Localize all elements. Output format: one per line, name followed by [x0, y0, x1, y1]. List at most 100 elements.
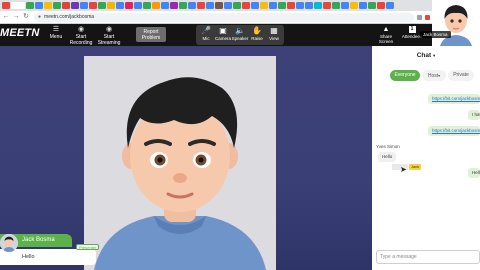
- user-avatar-image: [432, 0, 480, 46]
- chat-panel: Chat ▾ Everyone Host▾ Private https://bi…: [372, 46, 480, 270]
- browser-tab[interactable]: [2, 2, 10, 9]
- browser-tab[interactable]: [116, 2, 124, 9]
- browser-tab[interactable]: [152, 2, 160, 9]
- browser-tab[interactable]: [89, 2, 97, 9]
- browser-tab[interactable]: [53, 2, 61, 9]
- browser-tab[interactable]: [188, 2, 196, 9]
- lock-icon: ●: [38, 14, 42, 20]
- browser-tab[interactable]: [287, 2, 295, 9]
- browser-tab[interactable]: [368, 2, 376, 9]
- browser-tab[interactable]: [323, 2, 331, 9]
- browser-tab[interactable]: [197, 2, 205, 9]
- share-screen-button[interactable]: ▲ Share Screen: [376, 26, 396, 44]
- record-icon: ◉: [77, 26, 85, 33]
- browser-address-bar: ← → ↻ ● meetn.com/jackbosma: [0, 11, 480, 24]
- chat-sender-name: Yves Simon: [376, 144, 400, 149]
- media-controls: 🎤 Mic ▣ Camera 🔈 Speaker ✋ Raise ▦ View: [196, 25, 284, 45]
- mouse-cursor-icon: ➤: [400, 165, 407, 174]
- browser-tab[interactable]: [386, 2, 394, 9]
- name-highlight: Jack: [409, 164, 422, 170]
- browser-tab[interactable]: [206, 2, 214, 9]
- url-text: meetn.com/jackbosma: [44, 14, 95, 20]
- chat-message: Hello: [468, 168, 480, 178]
- browser-tab[interactable]: [341, 2, 349, 9]
- forward-icon[interactable]: →: [12, 13, 20, 21]
- chat-title[interactable]: Chat ▾: [372, 52, 480, 59]
- start-recording-button[interactable]: ◉ Start Recording: [68, 26, 94, 46]
- browser-tab[interactable]: [35, 2, 43, 9]
- browser-tab[interactable]: [377, 2, 385, 9]
- browser-tab[interactable]: [278, 2, 286, 9]
- browser-tab[interactable]: [332, 2, 340, 9]
- chat-message[interactable]: https://bit.com/jackbosma: [428, 126, 480, 136]
- browser-tab[interactable]: [125, 2, 133, 9]
- url-field[interactable]: ● meetn.com/jackbosma: [34, 12, 414, 22]
- hamburger-icon: ☰: [52, 26, 60, 33]
- browser-tab[interactable]: [98, 2, 106, 9]
- tab-host[interactable]: Host▾: [422, 70, 446, 81]
- browser-tab[interactable]: [215, 2, 223, 9]
- view-button[interactable]: ▦ View: [265, 26, 283, 41]
- extension-icon[interactable]: [425, 14, 430, 20]
- browser-tab-strip: [0, 0, 480, 11]
- chat-message[interactable]: https://bit.com/jackbosma: [428, 94, 480, 104]
- user-camera-overlay: [432, 0, 480, 46]
- browser-tab[interactable]: [170, 2, 178, 9]
- browser-tab[interactable]: [161, 2, 169, 9]
- browser-tab[interactable]: [359, 2, 367, 9]
- self-name-card: Jack Bosma Hello Presenter: [0, 234, 100, 266]
- user-name-label: Jack Bosma: [420, 31, 451, 38]
- browser-tab[interactable]: [224, 2, 232, 9]
- menu-button[interactable]: ☰ Menu: [48, 26, 64, 41]
- presenter-tag: Presenter: [76, 244, 100, 250]
- reload-icon[interactable]: ↻: [22, 13, 30, 21]
- browser-tab[interactable]: [143, 2, 151, 9]
- browser-tab[interactable]: [44, 2, 52, 9]
- browser-tab[interactable]: [233, 2, 241, 9]
- speaker-icon: 🔈: [235, 26, 245, 35]
- browser-tab[interactable]: [242, 2, 250, 9]
- attendees-count: 1: [408, 26, 416, 33]
- browser-tab[interactable]: [350, 2, 358, 9]
- browser-tab[interactable]: [26, 2, 34, 9]
- chevron-down-icon: ▾: [433, 53, 436, 58]
- app-header: MEETN ☰ Menu ◉ Start Recording ◉ Start S…: [0, 24, 480, 46]
- view-icon: ▦: [270, 26, 278, 35]
- camera-icon: ▣: [219, 26, 227, 35]
- back-icon[interactable]: ←: [2, 13, 10, 21]
- chat-message: I have: [468, 110, 480, 120]
- speaker-button[interactable]: 🔈 Speaker: [231, 26, 249, 41]
- presenter-video: [84, 56, 276, 270]
- raise-hand-button[interactable]: ✋ Raise: [248, 26, 266, 41]
- browser-tab[interactable]: [71, 2, 79, 9]
- browser-tab[interactable]: [305, 2, 313, 9]
- tab-everyone[interactable]: Everyone: [390, 70, 420, 81]
- browser-tab[interactable]: [251, 2, 259, 9]
- avatar: [0, 234, 18, 252]
- chat-tabs: Everyone Host▾ Private: [390, 70, 480, 81]
- meetn-logo: MEETN: [0, 27, 40, 39]
- browser-tab[interactable]: [11, 2, 25, 9]
- tab-private[interactable]: Private: [448, 70, 474, 81]
- chevron-down-icon: ▾: [438, 73, 441, 78]
- extension-icon[interactable]: [417, 14, 422, 20]
- avatar-video-image: [84, 56, 276, 270]
- microphone-icon: 🎤: [201, 26, 211, 35]
- browser-tab[interactable]: [107, 2, 115, 9]
- browser-tab[interactable]: [314, 2, 322, 9]
- browser-tab[interactable]: [260, 2, 268, 9]
- start-streaming-button[interactable]: ◉ Start Streaming: [96, 26, 122, 46]
- report-problem-button[interactable]: Report Problem: [136, 27, 166, 42]
- share-screen-icon: ▲: [382, 26, 390, 33]
- browser-tab[interactable]: [269, 2, 277, 9]
- mic-button[interactable]: 🎤 Mic: [197, 26, 215, 41]
- browser-tab[interactable]: [62, 2, 70, 9]
- browser-tab[interactable]: [80, 2, 88, 9]
- stream-icon: ◉: [105, 26, 113, 33]
- browser-tab[interactable]: [179, 2, 187, 9]
- browser-tab[interactable]: [296, 2, 304, 9]
- camera-button[interactable]: ▣ Camera: [214, 26, 232, 41]
- chat-input[interactable]: Type a message: [376, 250, 480, 264]
- browser-tab[interactable]: [134, 2, 142, 9]
- self-chat-preview: Hello: [0, 249, 96, 265]
